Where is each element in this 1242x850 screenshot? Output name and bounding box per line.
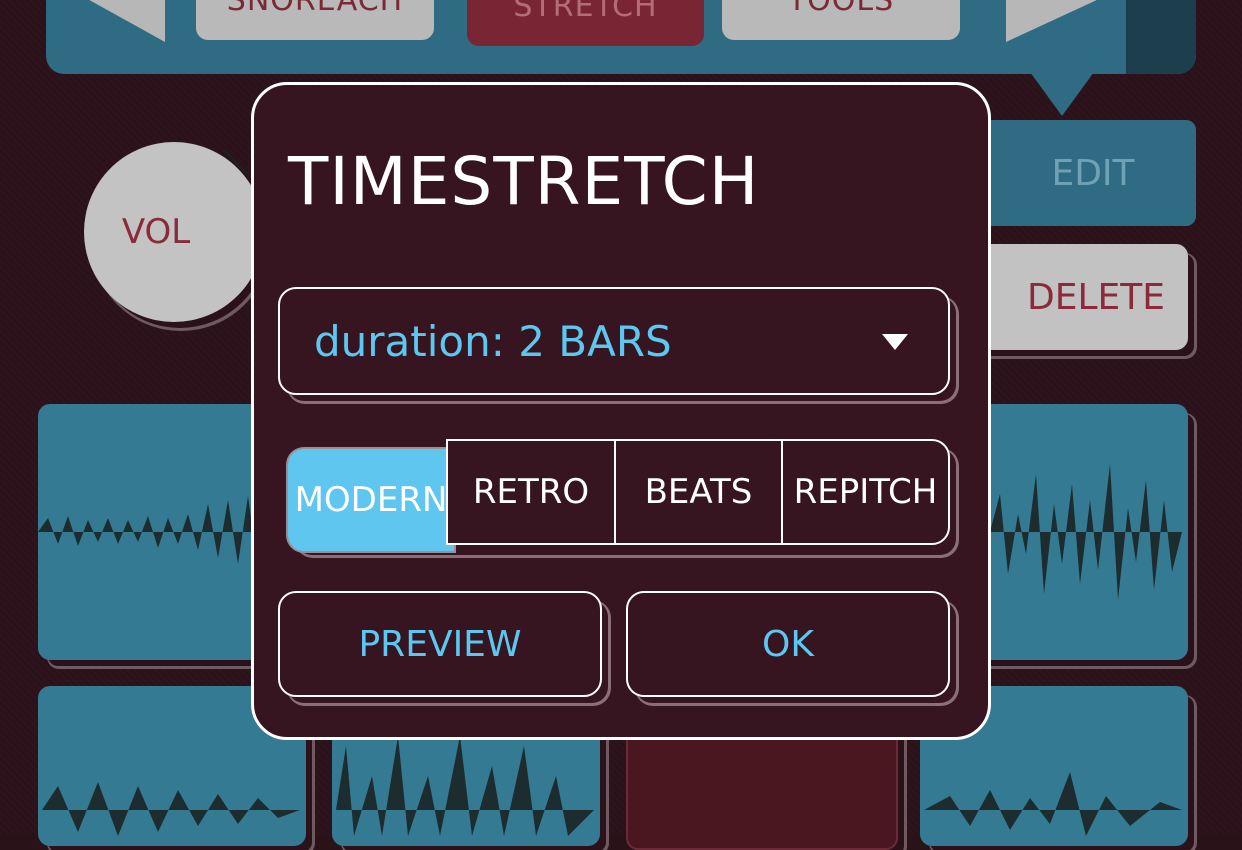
mode-label: REPITCH — [793, 472, 938, 512]
delete-button-label: DELETE — [1026, 276, 1165, 318]
timestretch-dialog: TIMESTRETCH duration: 2 BARS MODERN RETR… — [251, 82, 991, 740]
mode-retro[interactable]: RETRO — [446, 439, 616, 545]
mode-repitch[interactable]: REPITCH — [781, 439, 950, 545]
mode-beats[interactable]: BEATS — [614, 439, 783, 545]
edit-button-label: EDIT — [1051, 152, 1135, 194]
toolbar-button-tools[interactable]: TOOLS — [722, 0, 960, 40]
delete-button[interactable]: DELETE — [960, 244, 1188, 350]
mode-label: MODERN — [294, 480, 448, 520]
ok-button-label: OK — [762, 623, 814, 665]
preview-button[interactable]: PREVIEW — [278, 591, 602, 697]
toolbar-button-snoreach[interactable]: SNOREACH — [196, 0, 434, 40]
callout-pointer — [1030, 72, 1094, 116]
chevron-down-icon — [882, 334, 908, 350]
duration-select-value: duration: 2 BARS — [314, 317, 672, 366]
dialog-title: TIMESTRETCH — [288, 143, 760, 220]
sample-pad[interactable] — [960, 404, 1188, 660]
toolbar-button-label: TOOLS — [787, 0, 895, 18]
toolbar-button-label: SNOREACH — [226, 0, 404, 18]
toolbar-button-stretch[interactable]: STRETCH — [467, 0, 704, 46]
mode-modern[interactable]: MODERN — [286, 447, 456, 553]
mode-segmented-control: MODERN RETRO BEATS REPITCH — [286, 439, 950, 553]
ok-button[interactable]: OK — [626, 591, 950, 697]
mode-label: BEATS — [644, 472, 753, 512]
waveform-icon — [990, 464, 1182, 600]
mode-label: RETRO — [472, 472, 590, 512]
volume-knob-label: VOL — [121, 212, 191, 252]
toolbar-button-label: STRETCH — [513, 0, 658, 24]
toolbar-edge — [1126, 0, 1196, 74]
duration-select[interactable]: duration: 2 BARS — [278, 287, 950, 395]
volume-knob[interactable]: VOL — [84, 142, 264, 322]
edit-button[interactable]: EDIT — [960, 120, 1196, 226]
preview-button-label: PREVIEW — [358, 623, 522, 665]
